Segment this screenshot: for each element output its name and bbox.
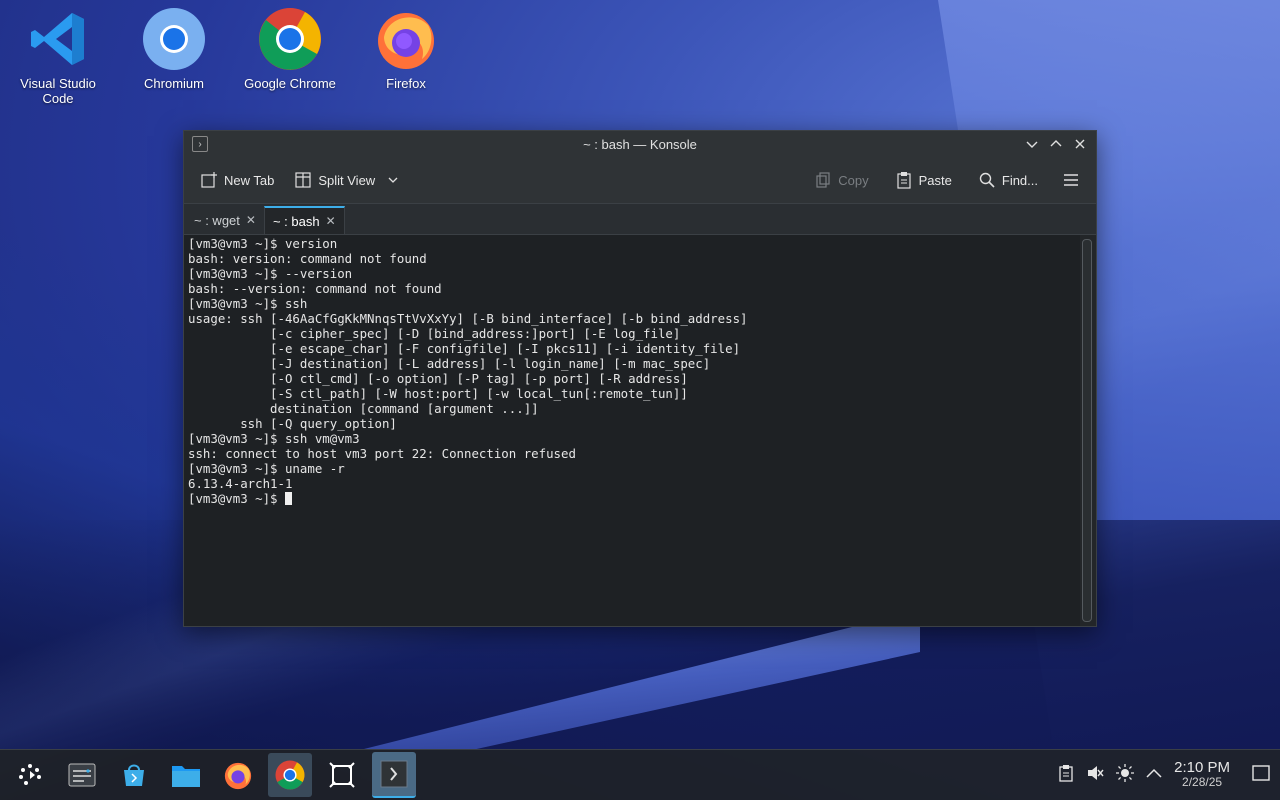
vscode-icon [25, 6, 91, 72]
terminal-line: [vm3@vm3 ~]$ version [188, 236, 338, 251]
desktop-icon-label: Chromium [144, 76, 204, 91]
desktop-icon-label: Visual Studio Code [20, 76, 96, 106]
terminal-line: usage: ssh [-46AaCfGgKkMNnqsTtVvXxYy] [-… [188, 311, 748, 326]
chevron-down-icon [1026, 141, 1038, 148]
window-title: ~ : bash — Konsole [583, 136, 697, 152]
terminal-line: 6.13.4-arch1-1 [188, 476, 293, 491]
new-tab-label: New Tab [224, 172, 275, 188]
terminal-line: [vm3@vm3 ~]$ uname -r [188, 461, 345, 476]
split-view-label: Split View [318, 172, 376, 188]
tab-wget[interactable]: ~ : wget ✕ [186, 206, 264, 234]
clock-date: 2/28/25 [1182, 775, 1223, 789]
terminal-output[interactable]: [vm3@vm3 ~]$ version bash: version: comma… [184, 235, 1080, 626]
discover-button[interactable] [112, 753, 156, 797]
firefox-taskbar-button[interactable] [216, 753, 260, 797]
konsole-window[interactable]: › ~ : bash — Konsole New Tab Split View [183, 130, 1097, 627]
terminal-prompt: [vm3@vm3 ~]$ [188, 491, 285, 506]
app-launcher-icon [19, 764, 41, 785]
konsole-toolbar: New Tab Split View Copy Paste Find... [184, 157, 1096, 204]
overview-icon [68, 763, 96, 787]
chrome-icon [257, 6, 323, 72]
menu-button[interactable] [1056, 167, 1086, 193]
brightness-icon[interactable] [1116, 763, 1135, 787]
konsole-icon [380, 760, 408, 788]
discover-icon [124, 764, 144, 786]
desktop-icon-label: Firefox [386, 76, 426, 91]
terminal-prompt-line[interactable]: [vm3@vm3 ~]$ [188, 491, 1076, 506]
close-tab-icon[interactable]: ✕ [246, 213, 256, 227]
find-label: Find... [1001, 172, 1038, 188]
terminal-line: [-O ctl_cmd] [-o option] [-P tag] [-p po… [188, 371, 688, 386]
chevron-down-icon [388, 177, 398, 183]
chrome-icon [275, 760, 305, 790]
konsole-app-icon[interactable]: › [192, 136, 208, 152]
terminal-line: [vm3@vm3 ~]$ --version [188, 266, 353, 281]
terminal-line: [-S ctl_path] [-W host:port] [-w local_t… [188, 386, 688, 401]
find-button[interactable]: Find... [972, 167, 1044, 193]
minimize-button[interactable] [1024, 136, 1040, 152]
tab-label: ~ : bash [272, 213, 320, 229]
window-manager-icon [329, 762, 355, 788]
taskbar: 2:10 PM 2/28/25 [0, 749, 1280, 800]
close-tab-icon[interactable]: ✕ [326, 214, 336, 228]
new-tab-icon [201, 172, 217, 188]
title-bar[interactable]: › ~ : bash — Konsole [184, 131, 1096, 157]
desktop-icon-label: Google Chrome [244, 76, 336, 91]
tab-bar: ~ : wget ✕ ~ : bash ✕ [184, 204, 1096, 235]
clock-time: 2:10 PM [1174, 759, 1230, 776]
chrome-taskbar-button[interactable] [268, 753, 312, 797]
terminal-line: ssh [-Q query_option] [188, 416, 397, 431]
terminal-line: [-J destination] [-L address] [-l login_… [188, 356, 711, 371]
konsole-taskbar-button[interactable] [372, 752, 416, 798]
terminal-line: bash: version: command not found [188, 251, 427, 266]
overview-button[interactable] [60, 753, 104, 797]
terminal-line: [-c cipher_spec] [-D [bind_address:]port… [188, 326, 681, 341]
tab-label: ~ : wget [194, 212, 240, 228]
app-launcher-button[interactable] [8, 753, 52, 797]
paste-button[interactable]: Paste [889, 167, 958, 193]
maximize-button[interactable] [1048, 136, 1064, 152]
split-view-button[interactable]: Split View [288, 167, 405, 193]
chevron-up-icon [1050, 140, 1062, 147]
hamburger-menu-icon [1064, 174, 1078, 186]
desktop-icon-vscode[interactable]: Visual Studio Code [3, 6, 113, 106]
desktop-icon-chromium[interactable]: Chromium [119, 6, 229, 91]
text-cursor [284, 492, 292, 505]
terminal-line: ssh: connect to host vm3 port 22: Connec… [188, 446, 576, 461]
split-view-icon [295, 172, 311, 188]
copy-label: Copy [838, 172, 869, 188]
desktop-icon-chrome[interactable]: Google Chrome [235, 6, 345, 91]
terminal-line: [vm3@vm3 ~]$ ssh vm@vm3 [188, 431, 360, 446]
close-button[interactable] [1072, 136, 1088, 152]
terminal-line: destination [command [argument ...]] [188, 401, 539, 416]
new-tab-button[interactable]: New Tab [194, 167, 280, 193]
paste-icon [897, 172, 911, 189]
terminal-line: [vm3@vm3 ~]$ ssh [188, 296, 308, 311]
clock[interactable]: 2:10 PM 2/28/25 [1174, 760, 1230, 790]
search-icon [979, 172, 995, 188]
chromium-icon [141, 6, 207, 72]
paste-label: Paste [918, 172, 952, 188]
copy-icon [816, 172, 830, 188]
terminal-line: [-e escape_char] [-F configfile] [-I pkc… [188, 341, 741, 356]
firefox-icon [224, 762, 252, 790]
firefox-icon [373, 6, 439, 72]
volume-muted-icon[interactable] [1086, 764, 1104, 787]
window-manager-button[interactable] [320, 753, 364, 797]
tab-bash[interactable]: ~ : bash ✕ [263, 206, 345, 234]
show-desktop-icon[interactable] [1252, 764, 1270, 786]
close-icon [1075, 139, 1085, 149]
system-tray: 2:10 PM 2/28/25 [1058, 760, 1280, 790]
folder-icon [172, 766, 200, 787]
terminal-line: bash: --version: command not found [188, 281, 442, 296]
copy-button[interactable]: Copy [808, 167, 874, 193]
dolphin-button[interactable] [164, 753, 208, 797]
tray-expand-icon[interactable] [1146, 766, 1162, 784]
terminal-scrollbar[interactable] [1082, 239, 1092, 622]
desktop-icon-firefox[interactable]: Firefox [351, 6, 461, 91]
clipboard-icon[interactable] [1058, 764, 1074, 787]
